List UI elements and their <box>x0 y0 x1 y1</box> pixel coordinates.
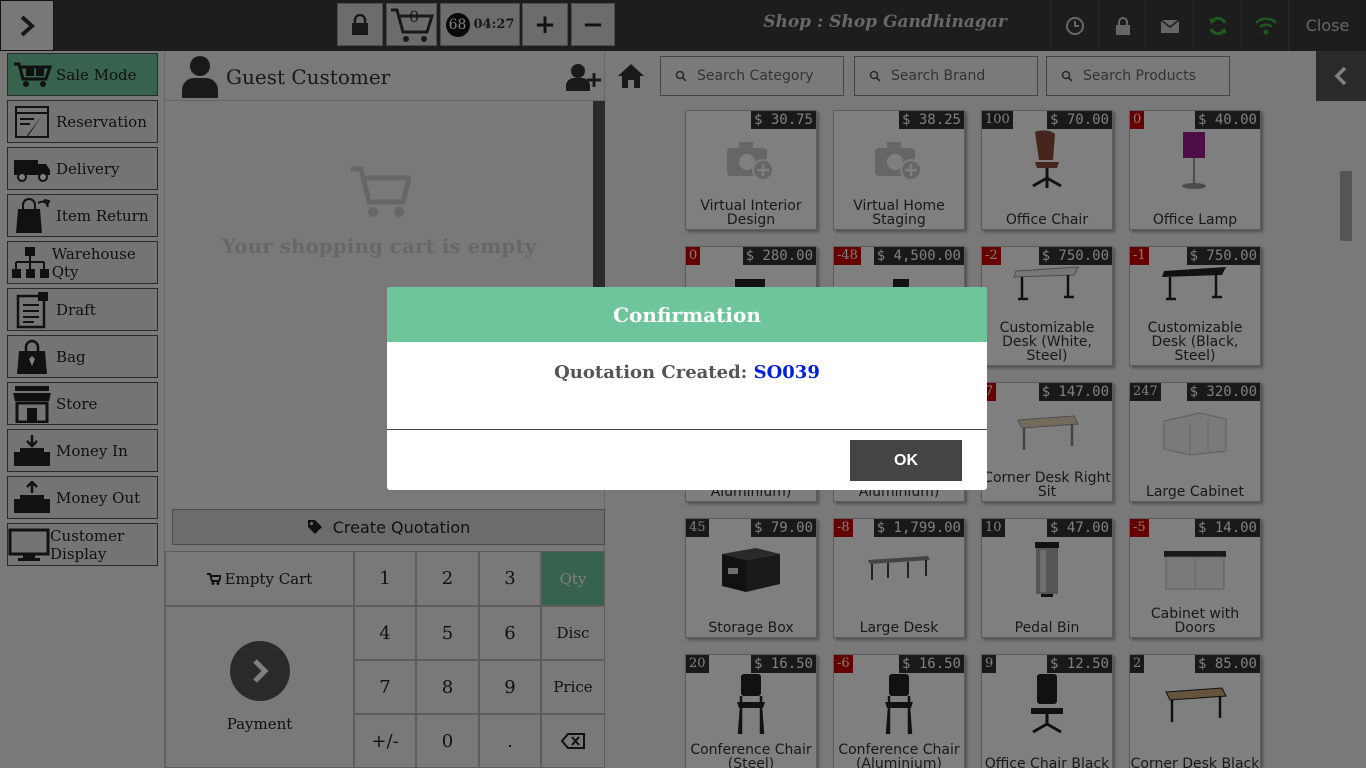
confirmation-dialog: Confirmation Quotation Created: SO039 OK <box>387 287 987 490</box>
ok-button[interactable]: OK <box>850 440 962 481</box>
dialog-title: Confirmation <box>387 287 987 342</box>
quotation-reference: SO039 <box>753 362 820 383</box>
dialog-message: Quotation Created: SO039 <box>387 342 987 430</box>
dialog-message-text: Quotation Created: <box>554 362 748 383</box>
